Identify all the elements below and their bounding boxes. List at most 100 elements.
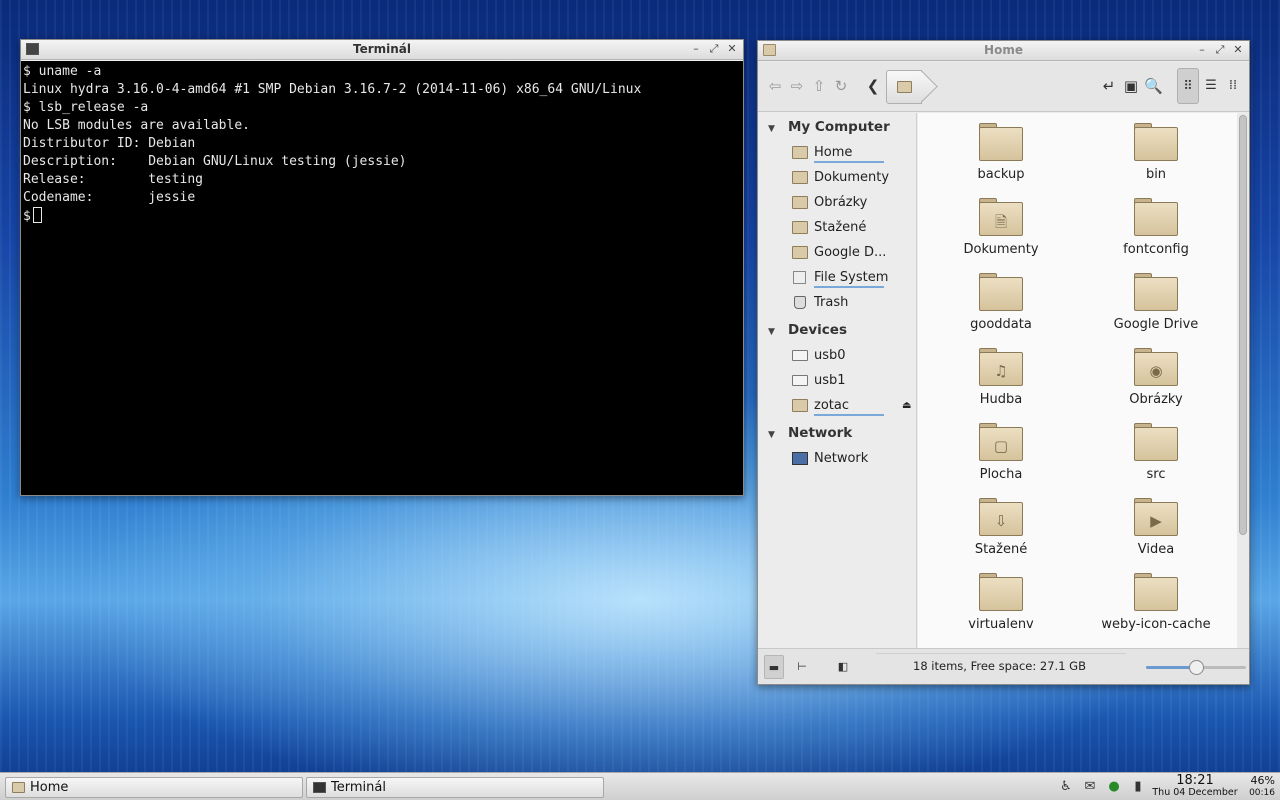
battery-percent: 46% [1250, 774, 1275, 787]
path-home-button[interactable] [886, 70, 922, 104]
sidebar-item-stazene[interactable]: Stažené [758, 215, 916, 240]
up-icon[interactable]: ⇧ [810, 76, 828, 96]
file-name: backup [977, 167, 1025, 182]
music-emblem-icon: ♫ [994, 362, 1008, 380]
reload-icon[interactable]: ↻ [832, 76, 850, 96]
terminal-window[interactable]: Terminál – ⤢ ✕ $ uname -a Linux hydra 3.… [20, 39, 744, 496]
file-item[interactable]: weby-icon-cache [1081, 563, 1231, 638]
terminal-line: Distributor ID: Debian [23, 136, 196, 151]
folder-icon: ⇩ [979, 498, 1023, 536]
file-manager-titlebar[interactable]: Home – ⤢ ✕ [758, 41, 1249, 61]
sidebar-header-devices[interactable]: ▼ Devices [758, 318, 916, 343]
compact-view-button[interactable]: ⁞⁞ [1222, 68, 1244, 104]
eject-icon[interactable]: ⏏ [902, 393, 911, 418]
file-name: Plocha [979, 467, 1023, 482]
sidebar-item-dokumenty[interactable]: Dokumenty [758, 165, 916, 190]
tree-pane-button[interactable]: ⊢ [792, 655, 812, 679]
sidebar-item-usb0[interactable]: usb0 [758, 343, 916, 368]
clock[interactable]: 18:21 Thu 04 December [1150, 774, 1240, 799]
forward-icon[interactable]: ⇨ [788, 76, 806, 96]
file-name: weby-icon-cache [1101, 617, 1211, 632]
sidebar-header-my-computer[interactable]: ▼ My Computer [758, 115, 916, 140]
file-manager-window[interactable]: Home – ⤢ ✕ ⇦ ⇨ ⇧ ↻ ❮ ↵ ▣ 🔍 ⠿ ☰ ⁞⁞ ▼ My Co… [757, 40, 1250, 685]
sidebar-item-network[interactable]: Network [758, 446, 916, 471]
clock-time: 18:21 [1176, 773, 1214, 788]
icon-view-button[interactable]: ⠿ [1177, 68, 1199, 104]
network-status-icon[interactable]: ▮ [1130, 779, 1146, 795]
folder-icon [1134, 123, 1178, 161]
sidebar-header-network[interactable]: ▼ Network [758, 421, 916, 446]
taskbar-item-terminal[interactable]: Terminál [306, 777, 604, 798]
sidebar-item-trash[interactable]: Trash [758, 290, 916, 315]
file-name: src [1146, 467, 1166, 482]
file-manager-title: Home [984, 43, 1023, 57]
close-button[interactable]: ✕ [1233, 43, 1243, 57]
minimize-button[interactable]: – [1197, 43, 1207, 57]
file-item[interactable]: ♫ Hudba [926, 338, 1076, 413]
places-pane-button[interactable]: ▬ [764, 655, 784, 679]
folder-icon [979, 273, 1023, 311]
usage-bar [814, 161, 884, 163]
sidebar-item-label: Obrázky [814, 195, 868, 210]
file-item[interactable]: gooddata [926, 263, 1076, 338]
sidebar-item-home[interactable]: Home [758, 140, 916, 165]
file-item[interactable]: virtualenv [926, 563, 1076, 638]
file-item[interactable]: ⇩ Stažené [926, 488, 1076, 563]
folder-icon: ♫ [979, 348, 1023, 386]
toolbar: ⇦ ⇨ ⇧ ↻ ❮ ↵ ▣ 🔍 ⠿ ☰ ⁞⁞ [758, 62, 1249, 112]
file-name: Stažené [974, 542, 1028, 557]
minimize-button[interactable]: – [691, 42, 701, 56]
taskbar-item-home[interactable]: Home [5, 777, 303, 798]
location-toggle-icon[interactable]: ↵ [1100, 76, 1118, 96]
file-item[interactable]: Google Drive [1081, 263, 1231, 338]
file-item[interactable]: ▢ Plocha [926, 413, 1076, 488]
file-item[interactable]: ◉ Obrázky [1081, 338, 1231, 413]
zoom-slider-handle[interactable] [1189, 660, 1204, 675]
sidebar-item-zotac[interactable]: zotac ⏏ [758, 393, 916, 418]
collapse-arrow-icon[interactable]: ▼ [768, 320, 788, 345]
terminal-screen[interactable]: $ uname -a Linux hydra 3.16.0-4-amd64 #1… [21, 61, 743, 495]
status-divider [876, 653, 1126, 654]
usage-bar [814, 414, 884, 416]
terminal-line: Codename: jessie [23, 190, 196, 205]
back-icon[interactable]: ⇦ [766, 76, 784, 96]
folder-icon [792, 246, 808, 259]
folder-icon [979, 573, 1023, 611]
zoom-slider[interactable] [1146, 660, 1246, 675]
file-item[interactable]: src [1081, 413, 1231, 488]
sidebar-item-file-system[interactable]: File System [758, 265, 916, 290]
terminal-prompt-line: $ [23, 207, 743, 225]
sidebar-item-google-drive[interactable]: Google D... [758, 240, 916, 265]
file-name: bin [1145, 167, 1167, 182]
scrollbar-thumb[interactable] [1239, 115, 1247, 535]
sidebar-item-label: Google D... [814, 245, 887, 260]
path-left-icon[interactable]: ❮ [864, 76, 882, 96]
close-button[interactable]: ✕ [727, 42, 737, 56]
list-view-button[interactable]: ☰ [1200, 68, 1222, 104]
sidebar-item-usb1[interactable]: usb1 [758, 368, 916, 393]
toggle-sidebar-button[interactable]: ◧ [833, 655, 853, 679]
mail-icon[interactable]: ✉ [1082, 779, 1098, 795]
file-item[interactable]: 🗎 Dokumenty [926, 188, 1076, 263]
file-grid[interactable]: backup bin 🗎 Dokumenty fontconfig gooddata Goo… [918, 113, 1237, 648]
file-item[interactable]: bin [1081, 113, 1231, 188]
search-icon[interactable]: 🔍 [1144, 76, 1163, 96]
scrollbar[interactable] [1237, 113, 1249, 648]
clock-date: Thu 04 December [1152, 787, 1238, 798]
maximize-button[interactable]: ⤢ [709, 42, 719, 56]
terminal-titlebar[interactable]: Terminál – ⤢ ✕ [21, 40, 743, 60]
update-icon[interactable]: ● [1106, 779, 1122, 795]
folder-icon: 🗎 [979, 198, 1023, 236]
sidebar-item-label: Stažené [814, 220, 867, 235]
accessibility-icon[interactable]: ♿ [1058, 779, 1074, 795]
file-item[interactable]: ▶ Videa [1081, 488, 1231, 563]
file-item[interactable]: backup [926, 113, 1076, 188]
usage-bar [814, 286, 884, 288]
maximize-button[interactable]: ⤢ [1215, 43, 1225, 57]
collapse-arrow-icon[interactable]: ▼ [768, 423, 788, 448]
file-item[interactable]: fontconfig [1081, 188, 1231, 263]
collapse-arrow-icon[interactable]: ▼ [768, 117, 788, 142]
new-folder-icon[interactable]: ▣ [1122, 76, 1140, 96]
battery-indicator[interactable]: 46% 00:16 [1245, 774, 1275, 799]
sidebar-item-obrazky[interactable]: Obrázky [758, 190, 916, 215]
